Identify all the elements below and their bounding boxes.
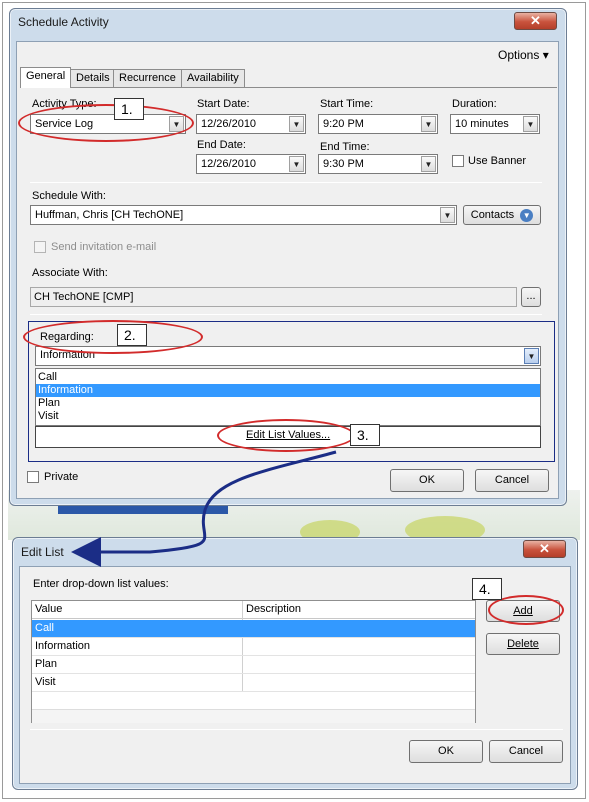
tab-general[interactable]: General xyxy=(20,67,72,88)
connector-arrow xyxy=(71,450,337,567)
